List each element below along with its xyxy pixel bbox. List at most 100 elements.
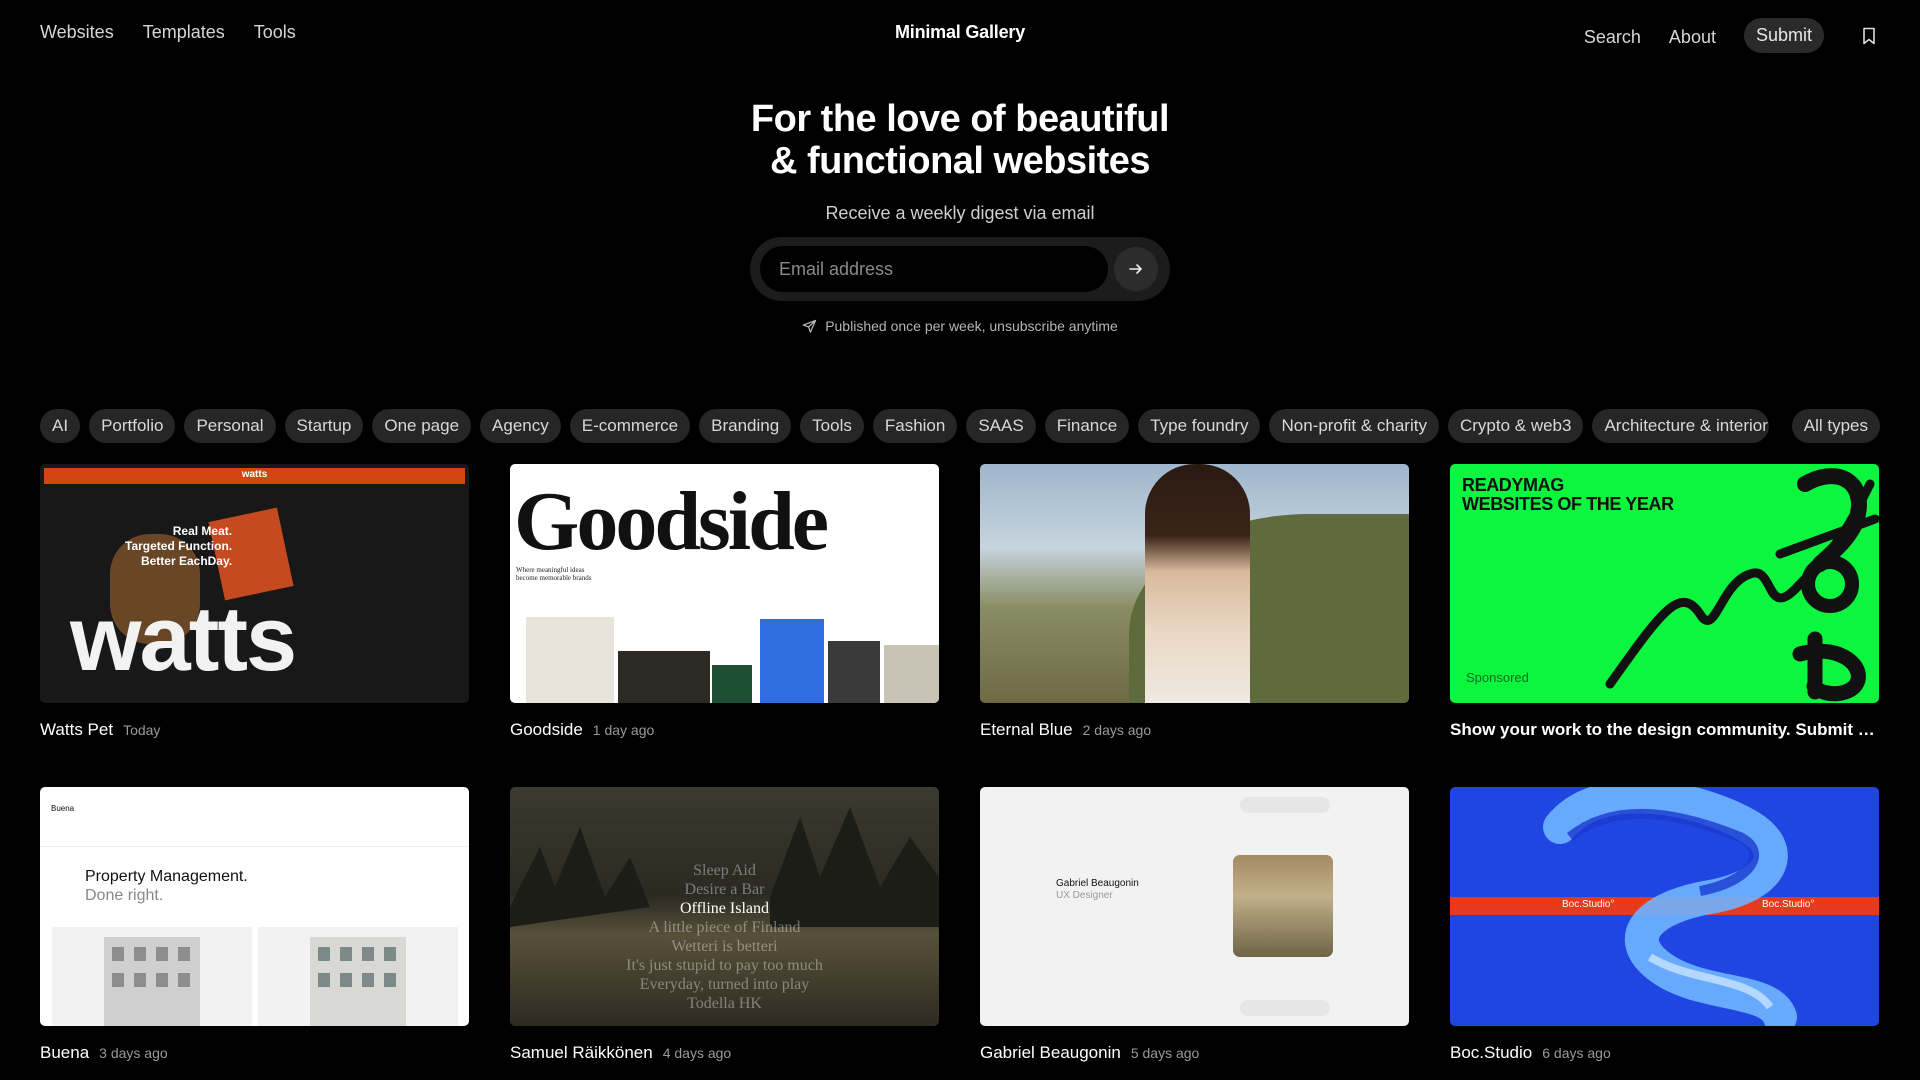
product-shape [712,665,752,703]
card-caption: Boc.Studio 6 days ago [1450,1043,1879,1063]
thumbnail-samuel[interactable]: Sleep Aid Desire a Bar Offline Island A … [510,787,939,1026]
filter-agency[interactable]: Agency [480,409,561,443]
product-shape [526,617,614,703]
gabriel-photo [1233,855,1333,957]
sponsored-card-readymag: READYMAG WEBSITES OF THE YEAR Sponsored … [1450,464,1879,740]
building-panel [52,927,252,1026]
hero-title: For the love of beautiful & functional w… [0,98,1920,182]
card-time: 2 days ago [1082,722,1152,738]
site-card-eternal-blue: Eternal Blue 2 days ago [980,464,1409,740]
product-shape [884,645,939,703]
watts-tag-2: Targeted Function. [125,539,233,553]
card-time: 5 days ago [1130,1045,1200,1061]
pill-shape [1240,797,1330,813]
card-title[interactable]: Buena [40,1043,89,1063]
thumbnail-eternal-blue[interactable] [980,464,1409,703]
gabriel-name: Gabriel Beaugonin [1056,878,1139,889]
thumbnail-boc-studio[interactable]: Boc.Studio° Boc.Studio° [1450,787,1879,1026]
goodside-sub-2: become memorable brands [516,574,592,582]
email-form [750,237,1170,301]
building-panel [258,927,458,1026]
goodside-word: Goodside [514,475,829,568]
arrow-right-icon [1129,264,1142,274]
samuel-line: Everyday, turned into play [639,976,810,993]
thumbnail-buena[interactable]: Buena Property Management. Done right. [40,787,469,1026]
category-filters: AI Portfolio Personal Startup One page A… [40,409,1880,443]
filter-personal[interactable]: Personal [184,409,276,443]
top-nav: Websites Templates Tools Minimal Gallery… [0,0,1920,70]
filter-startup[interactable]: Startup [284,409,364,443]
card-time: 4 days ago [662,1045,732,1061]
filter-ai[interactable]: AI [40,409,81,443]
filter-saas[interactable]: SAAS [966,409,1036,443]
gabriel-name-block: Gabriel Beaugonin UX Designer [1056,878,1139,902]
thumbnail-watts[interactable]: watts Real Meat. Targeted Function. Bett… [40,464,469,703]
filter-fashion[interactable]: Fashion [872,409,958,443]
filter-one-page[interactable]: One page [372,409,472,443]
email-input[interactable] [760,246,1108,292]
card-caption: Gabriel Beaugonin 5 days ago [980,1043,1409,1063]
goodside-sub: Where meaningful ideas become memorable … [516,566,591,582]
product-shape [760,619,824,703]
send-icon [802,319,817,333]
nav-about[interactable]: About [1669,23,1716,48]
gabriel-role: UX Designer [1056,890,1113,901]
watts-nav-bar: watts [44,468,465,484]
bookmark-icon[interactable] [1858,25,1880,47]
buena-pm: Property Management. [85,868,248,885]
samuel-line: Sleep Aid [693,862,756,879]
newsletter-note: Published once per week, unsubscribe any… [0,318,1920,334]
card-title[interactable]: Boc.Studio [1450,1043,1532,1063]
buena-done: Done right. [85,887,164,904]
site-card-buena: Buena Property Management. Done right. B… [40,787,469,1063]
digest-text: Receive a weekly digest via email [825,203,1095,223]
filter-architecture[interactable]: Architecture & interior [1592,409,1770,443]
filter-all-types[interactable]: All types [1791,409,1880,443]
card-caption: Samuel Räikkönen 4 days ago [510,1043,939,1063]
filter-portfolio[interactable]: Portfolio [89,409,176,443]
filter-type-foundry[interactable]: Type foundry [1138,409,1261,443]
readymag-scribble-art [1605,468,1879,702]
thumbnail-goodside[interactable]: Goodside Where meaningful ideas become m… [510,464,939,703]
card-title[interactable]: Eternal Blue [980,720,1073,740]
card-title[interactable]: Samuel Räikkönen [510,1043,653,1063]
filter-non-profit[interactable]: Non-profit & charity [1269,409,1439,443]
watts-tag-1: Real Meat. [172,524,233,538]
card-time: 3 days ago [99,1045,168,1061]
thumbnail-gabriel[interactable]: Gabriel Beaugonin UX Designer [980,787,1409,1026]
submit-button[interactable]: Submit [1743,18,1824,53]
samuel-line: A little piece of Finland [648,919,801,936]
filter-finance[interactable]: Finance [1044,409,1130,443]
pill-shape [1240,1000,1330,1016]
card-title[interactable]: Gabriel Beaugonin [980,1043,1121,1063]
sponsored-cta[interactable]: Show your work to the design community. … [1450,720,1879,740]
samuel-line: Desire a Bar [684,881,765,898]
samuel-line: Todella HK [687,995,762,1012]
card-caption: Goodside 1 day ago [510,720,939,740]
goodside-sub-1: Where meaningful ideas [516,566,585,574]
site-card-watts: watts Real Meat. Targeted Function. Bett… [40,464,469,740]
card-caption: Watts Pet Today [40,720,469,740]
boc-ribbon-art [1543,787,1797,1026]
buena-logo: Buena [51,804,75,813]
site-card-boc-studio: Boc.Studio° Boc.Studio° Boc.Studio 6 day… [1450,787,1879,1063]
watts-tagline: Real Meat. Targeted Function. Better Eac… [125,524,232,569]
sponsored-label: Sponsored [1466,670,1529,685]
card-time: Today [123,722,161,738]
filter-ecommerce[interactable]: E-commerce [569,409,691,443]
filter-crypto[interactable]: Crypto & web3 [1447,409,1584,443]
site-card-gabriel: Gabriel Beaugonin UX Designer Gabriel Be… [980,787,1409,1063]
thumbnail-readymag[interactable]: READYMAG WEBSITES OF THE YEAR Sponsored [1450,464,1879,703]
card-title[interactable]: Watts Pet [40,720,113,740]
card-caption: Show your work to the design community. … [1450,720,1879,740]
building-illustration [104,937,200,1026]
watts-nav-label: watts [241,469,268,480]
filter-branding[interactable]: Branding [699,409,792,443]
send-button[interactable] [1114,247,1158,291]
filter-tools[interactable]: Tools [800,409,864,443]
nav-search[interactable]: Search [1584,23,1641,48]
watts-big-word: watts [70,588,297,690]
card-title[interactable]: Goodside [510,720,583,740]
samuel-line: Wetteri is betteri [671,938,778,955]
card-time: 1 day ago [592,722,655,738]
